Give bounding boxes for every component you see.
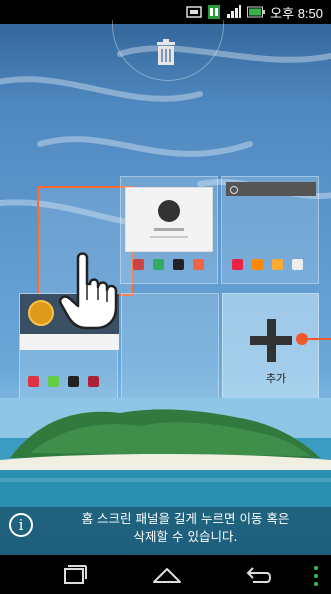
hint-message-line-1: 홈 스크린 패널을 길게 누르면 이동 혹은 (81, 511, 290, 526)
pointer-dot (296, 333, 308, 345)
home-panel-3[interactable] (221, 176, 319, 284)
trash-icon[interactable] (151, 38, 181, 68)
app-icon (28, 376, 39, 387)
hint-message: 홈 스크린 패널을 길게 누르면 이동 혹은 삭제할 수 있습니다. (48, 510, 323, 546)
app-icon (88, 376, 99, 387)
island-wallpaper (0, 398, 331, 508)
data-transfer-icon (208, 5, 221, 19)
app-icon (68, 376, 79, 387)
hand-pointer-icon (59, 252, 118, 330)
profile-widget (125, 187, 213, 252)
signal-icon (227, 5, 242, 18)
home-icon[interactable] (150, 560, 184, 590)
status-time: 오후 8:50 (270, 5, 323, 21)
app-icon (292, 259, 303, 270)
app-icon (252, 259, 263, 270)
app-icon (133, 259, 144, 270)
battery-icon (247, 6, 266, 18)
app-icon (173, 259, 184, 270)
back-icon[interactable] (241, 560, 275, 590)
home-screen-editor: 오후 8:50 추가 i 홈 스크린 패널을 길게 누르면 이동 혹은 삭제할 … (0, 0, 331, 594)
app-icon (272, 259, 283, 270)
app-icon (48, 376, 59, 387)
hint-message-line-2: 삭제할 수 있습니다. (133, 529, 238, 544)
search-widget (226, 182, 316, 196)
person-icon (158, 200, 180, 222)
app-icon (232, 259, 243, 270)
app-icon (153, 259, 164, 270)
pointer-line (306, 338, 331, 340)
info-icon: i (9, 513, 33, 537)
add-plus-icon-vertical[interactable] (267, 319, 276, 362)
recent-apps-icon[interactable] (57, 560, 91, 590)
home-panel-2[interactable] (120, 176, 218, 284)
screenshot-icon (186, 6, 202, 18)
search-bar-icon (230, 186, 238, 194)
home-panel-5[interactable] (121, 293, 219, 403)
app-icon (193, 259, 204, 270)
add-panel-label: 추가 (265, 372, 287, 385)
clock-icon (28, 300, 54, 326)
menu-icon[interactable] (314, 565, 318, 587)
